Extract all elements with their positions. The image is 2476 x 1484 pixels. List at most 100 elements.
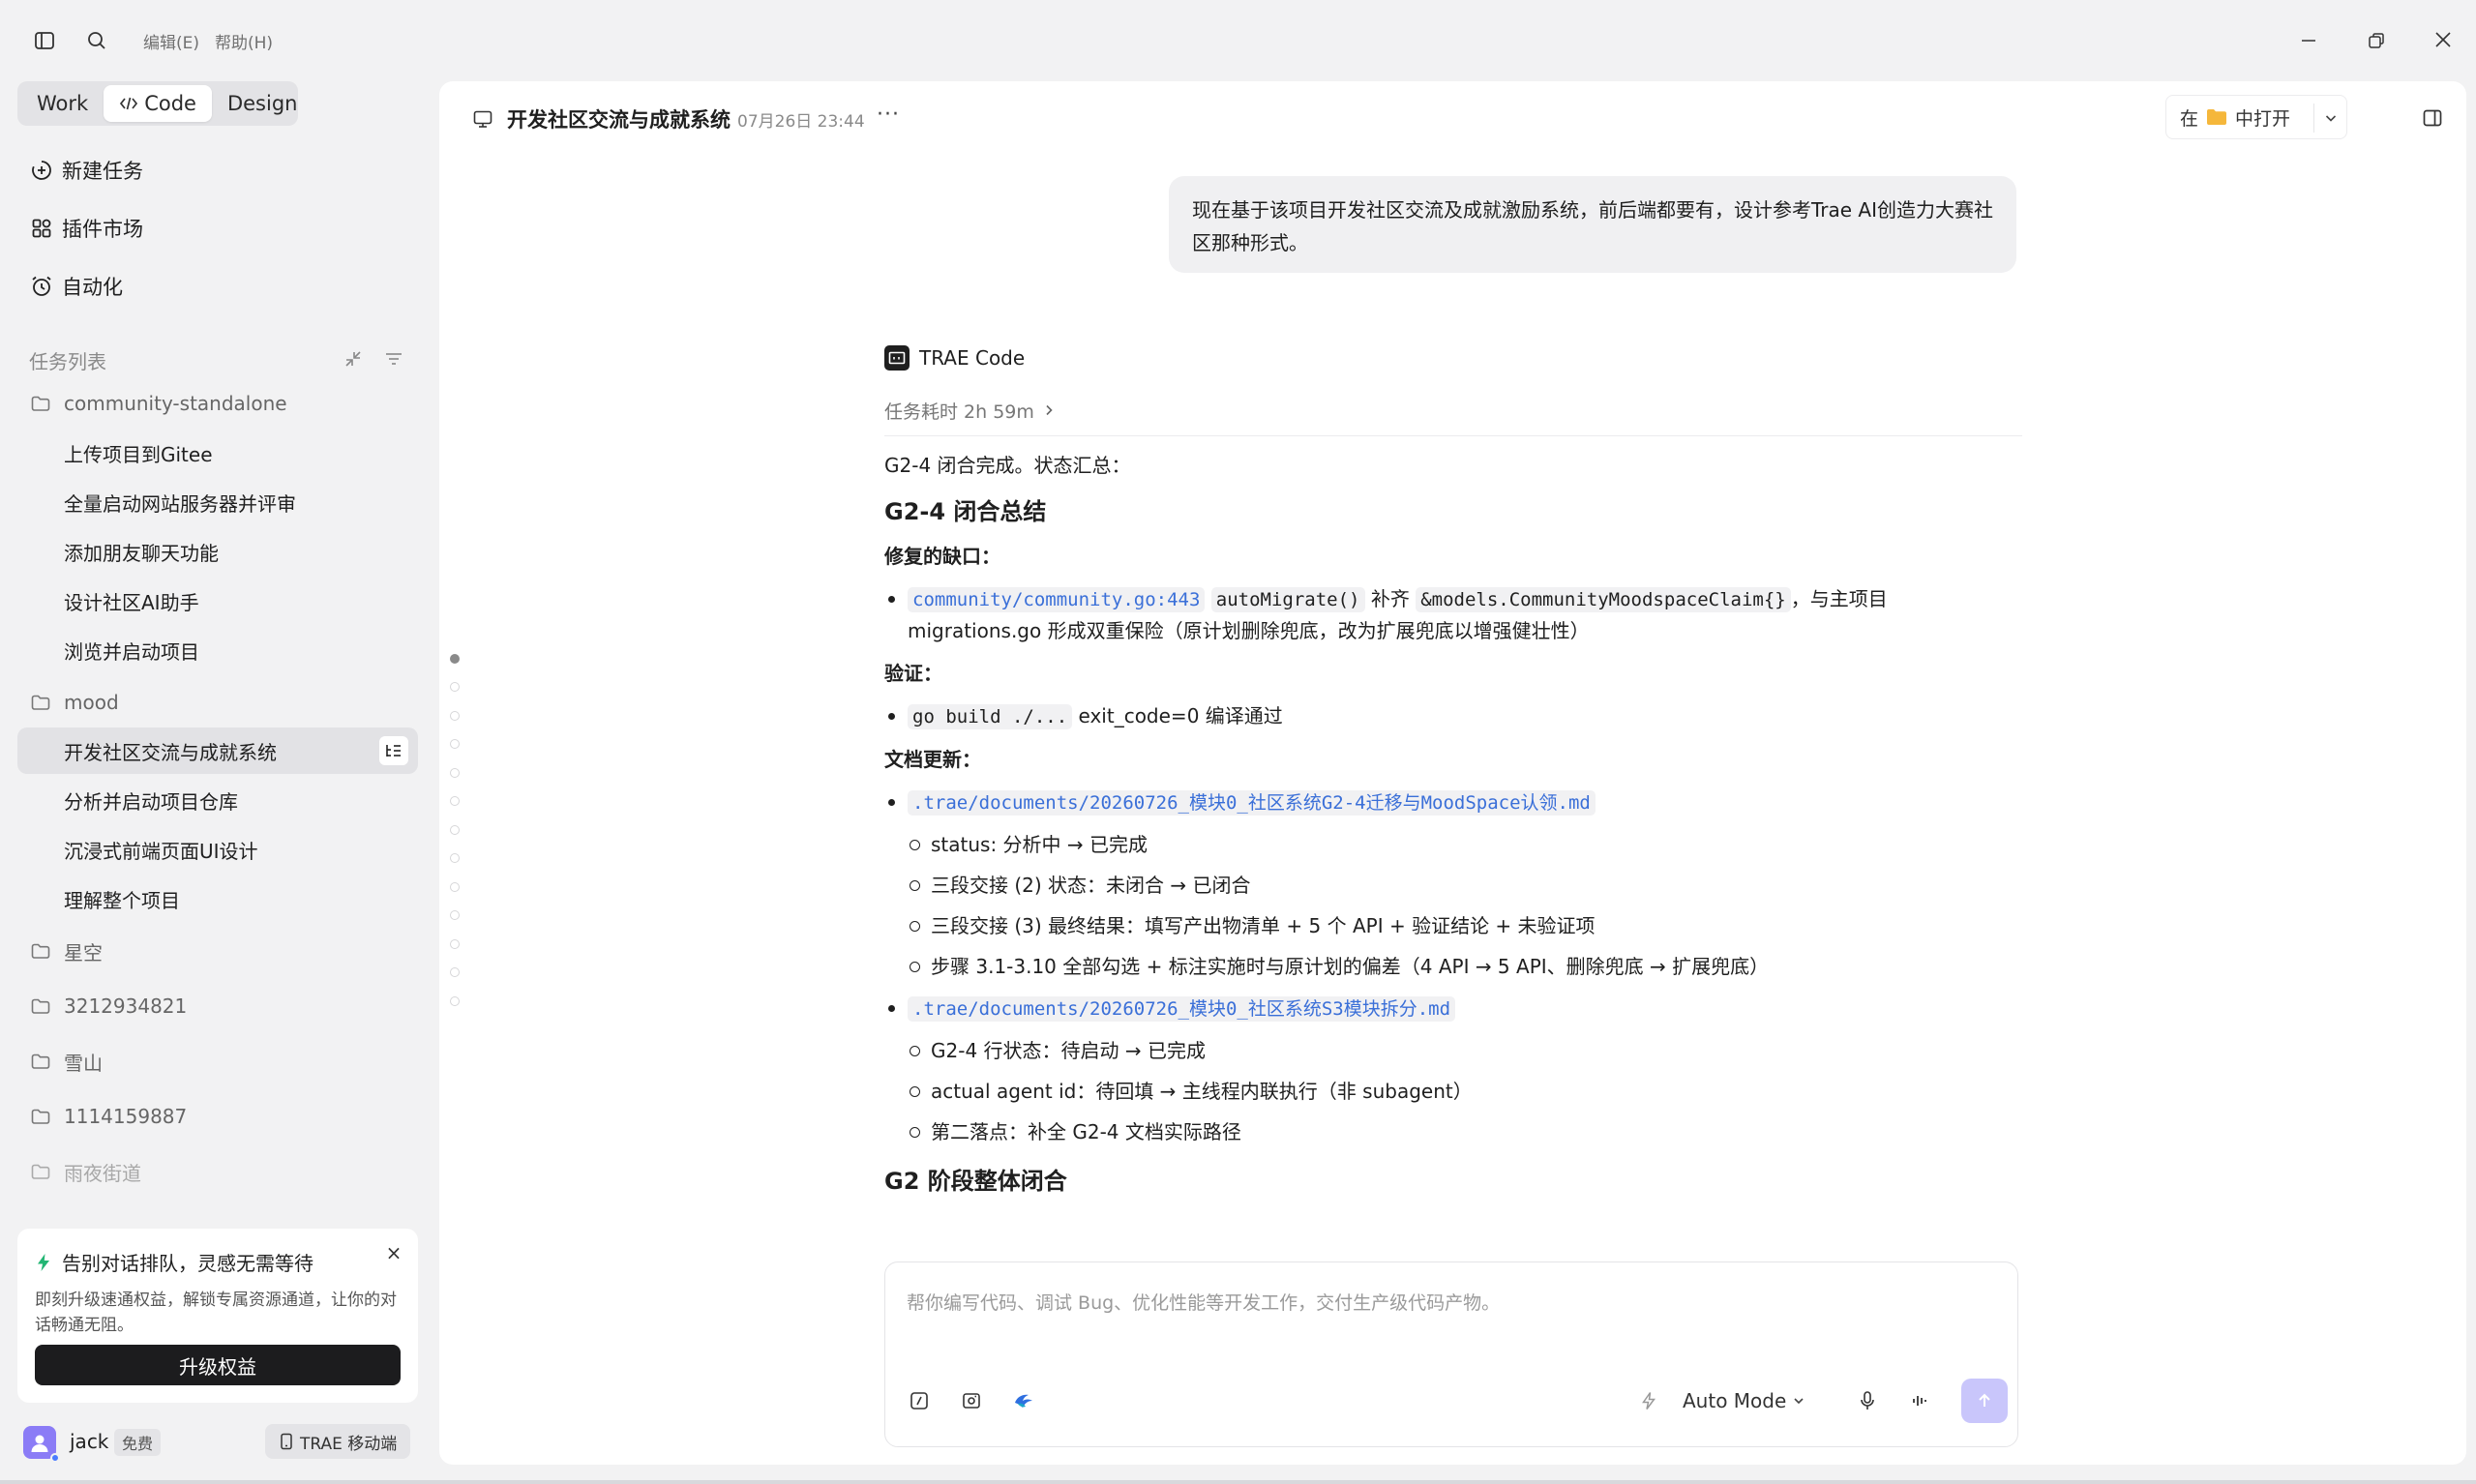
subsection-heading: 验证： (884, 662, 942, 685)
online-status-dot (50, 1453, 60, 1463)
task-item[interactable]: 添加朋友聊天功能 (17, 528, 418, 575)
plugin-market-button[interactable]: 插件市场 (29, 211, 143, 246)
lightning-icon (35, 1253, 52, 1272)
timeline-dot[interactable] (450, 996, 460, 1006)
arrow-up-icon (1975, 1391, 1994, 1410)
timeline-dot[interactable] (450, 739, 460, 749)
folder-label: community-standalone (64, 392, 287, 415)
mobile-app-button[interactable]: TRAE 移动端 (265, 1424, 411, 1459)
close-window-icon[interactable] (2427, 23, 2460, 56)
list-item: community/community.go:443 autoMigrate()… (884, 583, 2022, 646)
file-link[interactable]: .trae/documents/20260726_模块0_社区系统S3模块拆分.… (908, 996, 1456, 1022)
file-link[interactable]: .trae/documents/20260726_模块0_社区系统G2-4迁移与… (908, 790, 1596, 816)
minimize-icon[interactable] (2293, 25, 2324, 56)
mode-code-button[interactable]: Code (104, 85, 212, 122)
task-item[interactable]: 浏览并启动项目 (17, 627, 418, 673)
filter-icon[interactable] (381, 346, 406, 371)
task-item-active[interactable]: 开发社区交流与成就系统 (17, 727, 418, 774)
task-label: 开发社区交流与成就系统 (64, 740, 277, 764)
model-logo-icon[interactable] (1009, 1386, 1038, 1415)
sub-list-item: 步骤 3.1-3.10 全部勾选 + 标注实施时与原计划的偏差（4 API → … (908, 946, 2022, 987)
upgrade-button[interactable]: 升级权益 (35, 1345, 401, 1385)
folder-label: 3212934821 (64, 994, 188, 1018)
folder-1114159887[interactable]: 1114159887 (29, 1099, 187, 1134)
tasklist-title: 任务列表 (29, 350, 106, 373)
search-icon[interactable] (81, 25, 112, 56)
file-link[interactable]: community/community.go:443 (908, 587, 1206, 612)
menu-edit[interactable]: 编辑(E) (143, 29, 199, 53)
timeline-dot[interactable] (450, 967, 460, 977)
timeline-dot[interactable] (450, 682, 460, 692)
plugin-market-label: 插件市场 (62, 218, 143, 241)
divider (2313, 104, 2314, 133)
task-item[interactable]: 全量启动网站服务器并评审 (17, 479, 418, 525)
chevron-down-icon[interactable] (2319, 106, 2342, 130)
promo-close-icon[interactable]: × (383, 1242, 404, 1263)
answer-intro: G2-4 闭合完成。状态汇总： (884, 454, 1131, 477)
plugin-icon (29, 216, 54, 241)
message-composer: Auto Mode (884, 1261, 2018, 1447)
lightning-icon[interactable] (1634, 1386, 1663, 1415)
list-item: go build ./... exit_code=0 编译通过 (884, 700, 2022, 732)
send-button[interactable] (1961, 1379, 2008, 1423)
task-item[interactable]: 理解整个项目 (17, 876, 418, 922)
task-item[interactable]: 上传项目到Gitee (17, 430, 418, 476)
folder-icon (29, 1050, 52, 1073)
mode-select[interactable]: Auto Mode (1683, 1386, 1805, 1415)
tasklist-header: 任务列表 (29, 342, 416, 375)
fix-text-mid: 补齐 (1364, 587, 1417, 610)
plan-badge: 免费 (114, 1429, 162, 1456)
automation-button[interactable]: 自动化 (29, 269, 123, 304)
folder-label: 1114159887 (64, 1105, 188, 1128)
sub-list: G2-4 行状态：待启动 → 已完成 actual agent id：待回填 →… (908, 1030, 2022, 1152)
folder-label: 星空 (64, 940, 103, 965)
subsection-heading: 修复的缺口： (884, 545, 1000, 568)
task-duration[interactable]: 任务耗时 2h 59m (884, 397, 2022, 424)
upgrade-promo-card: 告别对话排队，灵感无需等待 × 即刻升级速通权益，解锁专属资源通道，让你的对话畅… (17, 1229, 418, 1403)
more-options-icon[interactable]: ··· (877, 103, 900, 127)
timeline-dot[interactable] (450, 711, 460, 721)
timeline-dot[interactable] (450, 825, 460, 835)
folder-icon (29, 939, 52, 963)
restore-icon[interactable] (2361, 25, 2392, 56)
task-item[interactable]: 设计社区AI助手 (17, 578, 418, 624)
timeline-dot[interactable] (450, 910, 460, 920)
mode-design-button[interactable]: Design (212, 85, 313, 122)
section-heading: G2-4 闭合总结 (884, 498, 1047, 525)
task-label: 全量启动网站服务器并评审 (64, 491, 296, 516)
timeline-dot[interactable] (450, 654, 460, 664)
timeline-dot[interactable] (450, 796, 460, 806)
task-item[interactable]: 分析并启动项目仓库 (17, 777, 418, 823)
message-input[interactable] (907, 1284, 1990, 1322)
sub-list-item: 三段交接 (3) 最终结果：填写产出物清单 + 5 个 API + 验证结论 +… (908, 905, 2022, 946)
new-task-label: 新建任务 (62, 160, 143, 183)
folder-3212934821[interactable]: 3212934821 (29, 989, 187, 1024)
timeline-dot[interactable] (450, 853, 460, 863)
folder-yuyejiedao[interactable]: 雨夜街道 (29, 1154, 141, 1189)
open-in-button[interactable]: 在 中打开 (2165, 95, 2347, 139)
bullet-list: .trae/documents/20260726_模块0_社区系统G2-4迁移与… (884, 787, 2022, 1152)
verify-text: exit_code=0 编译通过 (1072, 704, 1283, 727)
open-in-prefix: 在 (2180, 107, 2199, 130)
folder-mood[interactable]: mood (29, 685, 119, 720)
collapse-icon[interactable] (341, 346, 366, 371)
mode-work-button[interactable]: Work (21, 85, 104, 122)
timeline-dot[interactable] (450, 882, 460, 892)
task-item[interactable]: 沉浸式前端页面UI设计 (17, 826, 418, 873)
new-task-button[interactable]: 新建任务 (29, 153, 143, 188)
folder-community-standalone[interactable]: community-standalone (29, 386, 287, 421)
panel-toggle-icon[interactable] (2419, 104, 2446, 132)
sidebar-toggle-icon[interactable] (29, 25, 60, 56)
task-list-icon[interactable] (379, 736, 408, 765)
image-upload-icon[interactable] (957, 1386, 986, 1415)
timeline-dot[interactable] (450, 939, 460, 949)
slash-command-icon[interactable] (905, 1386, 934, 1415)
agent-name: TRAE Code (919, 346, 1026, 370)
microphone-icon[interactable] (1853, 1386, 1882, 1415)
folder-xingkong[interactable]: 星空 (29, 934, 103, 968)
menu-help[interactable]: 帮助(H) (215, 29, 273, 53)
voice-wave-icon[interactable] (1905, 1386, 1934, 1415)
folder-xueshan[interactable]: 雪山 (29, 1044, 103, 1079)
new-task-icon (29, 158, 54, 183)
timeline-dot[interactable] (450, 768, 460, 778)
